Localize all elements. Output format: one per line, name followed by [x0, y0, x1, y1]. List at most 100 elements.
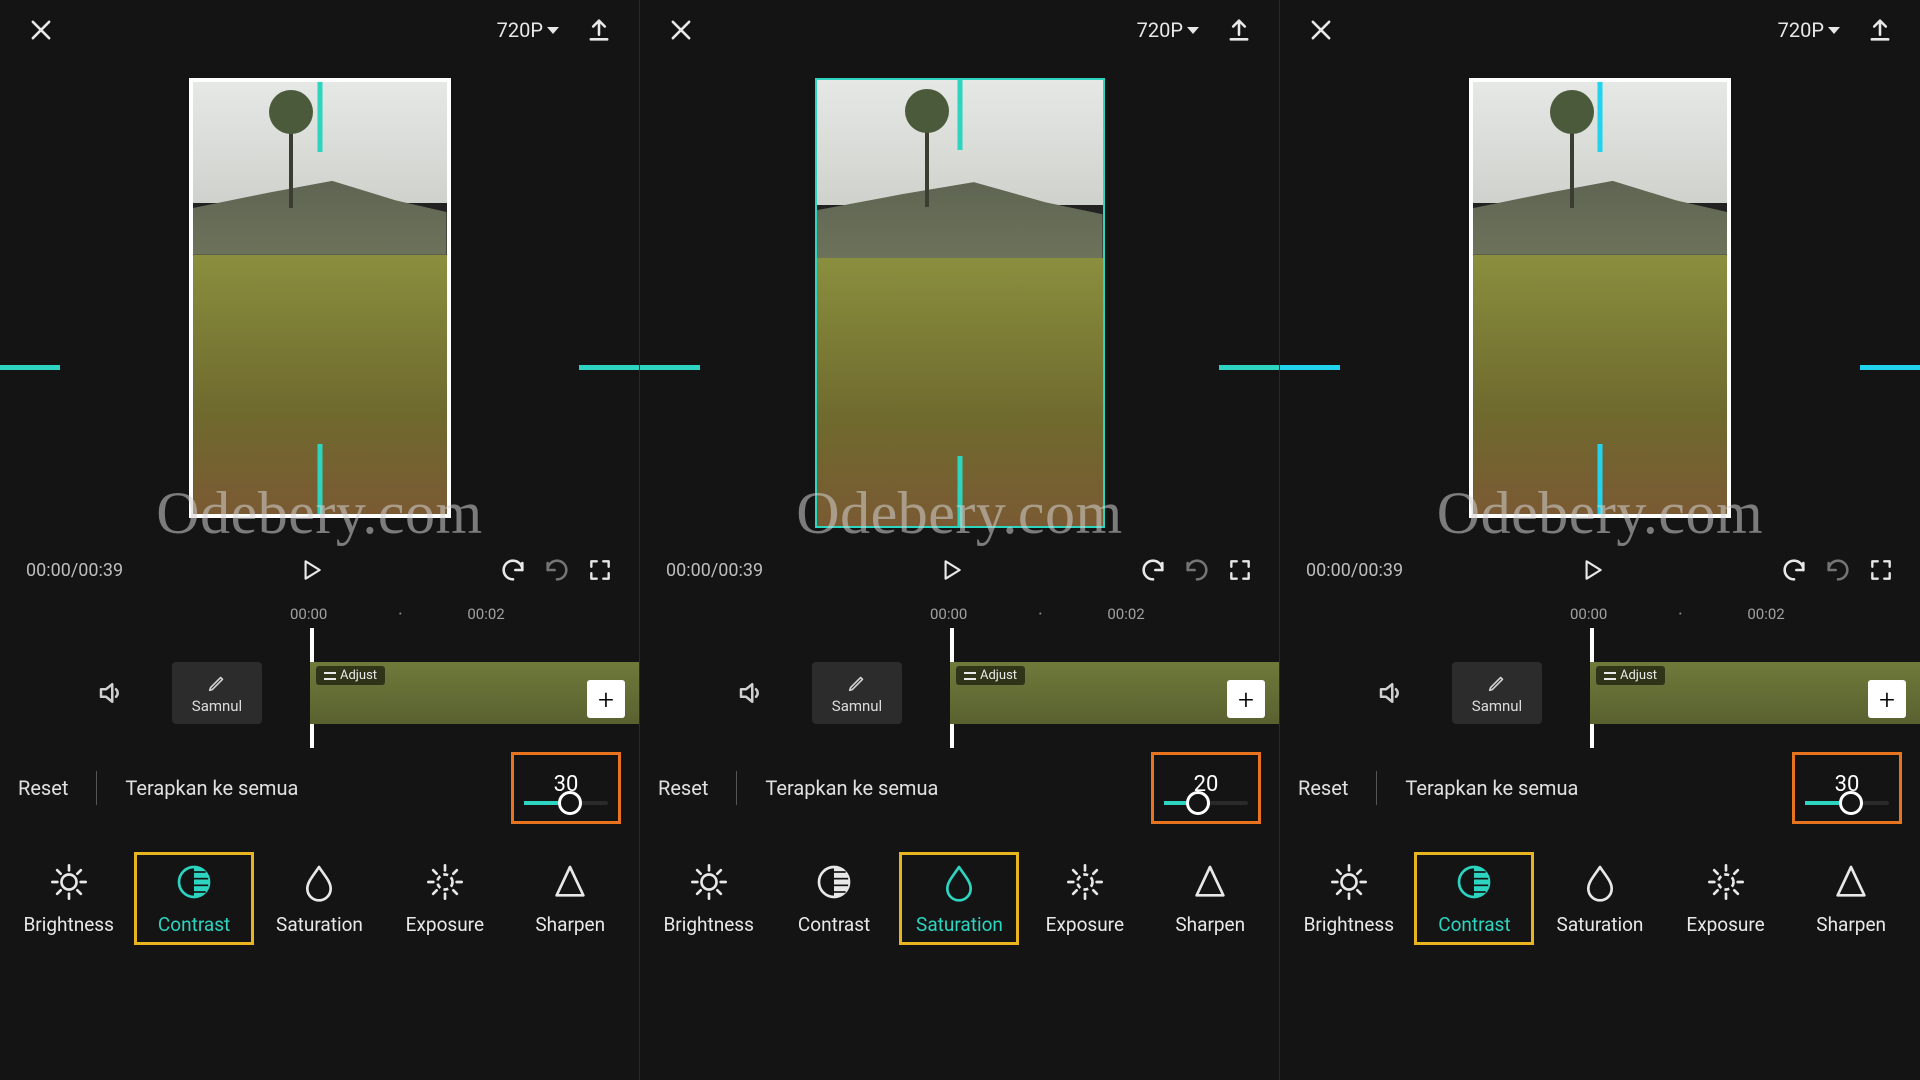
adjust-contrast[interactable]: Contrast: [134, 852, 254, 945]
adjust-label: Brightness: [1304, 913, 1394, 936]
fullscreen-button[interactable]: [587, 557, 613, 583]
value-slider[interactable]: 30: [511, 752, 621, 824]
adjust-exposure[interactable]: Exposure: [1025, 853, 1145, 944]
divider: [1376, 771, 1377, 805]
export-button[interactable]: [585, 16, 613, 44]
mute-button[interactable]: [96, 678, 126, 708]
watermark: Odebery.com: [156, 479, 482, 548]
slider-thumb[interactable]: [1839, 791, 1863, 815]
pencil-icon: [846, 672, 868, 694]
add-clip-button[interactable]: +: [1868, 680, 1906, 718]
cover-button[interactable]: Samnul: [172, 662, 262, 724]
apply-all-button[interactable]: Terapkan ke semua: [1405, 776, 1578, 800]
timeline[interactable]: Samnul Adjust +: [640, 628, 1279, 748]
play-button[interactable]: [298, 557, 324, 583]
adjust-saturation[interactable]: Saturation: [1540, 853, 1660, 944]
adjust-exposure[interactable]: Exposure: [1666, 853, 1786, 944]
contrast-icon: [813, 861, 855, 903]
slider-track[interactable]: [524, 801, 608, 805]
clip-adjust-tag: Adjust: [316, 666, 385, 685]
reset-button[interactable]: Reset: [658, 770, 708, 806]
clip-adjust-tag: Adjust: [956, 666, 1025, 685]
saturation-icon: [298, 861, 340, 903]
guide-top: [317, 82, 322, 152]
export-button[interactable]: [1866, 16, 1894, 44]
mute-button[interactable]: [1376, 678, 1406, 708]
value-row: Reset Terapkan ke semua 30: [1280, 748, 1920, 828]
timecode: 00:00/00:39: [1306, 560, 1403, 581]
sliders-icon: [964, 671, 976, 681]
slider-track[interactable]: [1805, 801, 1889, 805]
reset-button[interactable]: Reset: [18, 770, 68, 806]
cover-label: Samnul: [1472, 697, 1522, 715]
adjust-brightness[interactable]: Brightness: [9, 853, 129, 944]
adjust-sharpen[interactable]: Sharpen: [1150, 853, 1270, 944]
adjust-contrast[interactable]: Contrast: [774, 853, 894, 944]
video-preview[interactable]: [1469, 78, 1731, 518]
guide-top: [957, 80, 962, 150]
redo-button[interactable]: [1824, 556, 1852, 584]
saturation-icon: [938, 861, 980, 903]
editor-panel: 720POdebery.com00:00/00:3900:0000:02Samn…: [1280, 0, 1920, 1080]
close-icon: [27, 16, 55, 44]
undo-button[interactable]: [1780, 556, 1808, 584]
video-clip[interactable]: Adjust+: [1590, 662, 1920, 724]
export-icon: [585, 16, 613, 44]
apply-all-button[interactable]: Terapkan ke semua: [125, 776, 298, 800]
adjust-contrast[interactable]: Contrast: [1414, 852, 1534, 945]
adjust-saturation[interactable]: Saturation: [899, 852, 1019, 945]
slider-thumb[interactable]: [1186, 791, 1210, 815]
adjust-sharpen[interactable]: Sharpen: [1791, 853, 1911, 944]
cover-label: Samnul: [832, 697, 882, 715]
cover-label: Samnul: [192, 697, 242, 715]
reset-button[interactable]: Reset: [1298, 770, 1348, 806]
video-clip[interactable]: Adjust +: [310, 662, 639, 724]
export-button[interactable]: [1225, 16, 1253, 44]
play-button[interactable]: [1579, 557, 1605, 583]
timeline[interactable]: Samnul Adjust +: [0, 628, 639, 748]
timeline[interactable]: Samnul Adjust+: [1280, 628, 1920, 748]
redo-button[interactable]: [1183, 556, 1211, 584]
value-slider[interactable]: 20: [1151, 752, 1261, 824]
resolution-dropdown[interactable]: 720P: [1778, 18, 1840, 42]
video-preview[interactable]: [189, 78, 451, 518]
fullscreen-button[interactable]: [1227, 557, 1253, 583]
ruler-t0: 00:00: [1570, 605, 1607, 623]
undo-button[interactable]: [1139, 556, 1167, 584]
add-clip-button[interactable]: +: [587, 680, 625, 718]
cover-button[interactable]: Samnul: [1452, 662, 1542, 724]
ruler-t1: 00:02: [1107, 605, 1144, 623]
export-icon: [1866, 16, 1894, 44]
resolution-dropdown[interactable]: 720P: [497, 18, 559, 42]
close-button[interactable]: [26, 15, 56, 45]
value-slider[interactable]: 30: [1792, 752, 1902, 824]
add-clip-button[interactable]: +: [1227, 680, 1265, 718]
adjust-sharpen[interactable]: Sharpen: [510, 853, 630, 944]
adjust-brightness[interactable]: Brightness: [649, 853, 769, 944]
play-button[interactable]: [938, 557, 964, 583]
adjust-label: Brightness: [663, 913, 753, 936]
adjust-exposure[interactable]: Exposure: [385, 853, 505, 944]
slider-thumb[interactable]: [558, 791, 582, 815]
resolution-label: 720P: [497, 18, 543, 42]
cover-button[interactable]: Samnul: [812, 662, 902, 724]
divider: [736, 771, 737, 805]
adjust-saturation[interactable]: Saturation: [259, 853, 379, 944]
resolution-dropdown[interactable]: 720P: [1137, 18, 1199, 42]
undo-button[interactable]: [499, 556, 527, 584]
guide-top: [1598, 82, 1603, 152]
fullscreen-button[interactable]: [1868, 557, 1894, 583]
video-preview[interactable]: [815, 78, 1105, 528]
timecode: 00:00/00:39: [666, 560, 763, 581]
apply-all-button[interactable]: Terapkan ke semua: [765, 776, 938, 800]
mute-button[interactable]: [736, 678, 766, 708]
close-icon: [1307, 16, 1335, 44]
adjust-brightness[interactable]: Brightness: [1289, 853, 1409, 944]
slider-track[interactable]: [1164, 801, 1248, 805]
adjust-label: Sharpen: [1816, 913, 1886, 936]
close-button[interactable]: [666, 15, 696, 45]
close-button[interactable]: [1306, 15, 1336, 45]
transport-bar: 00:00/00:39: [640, 540, 1279, 600]
redo-button[interactable]: [543, 556, 571, 584]
video-clip[interactable]: Adjust +: [950, 662, 1279, 724]
